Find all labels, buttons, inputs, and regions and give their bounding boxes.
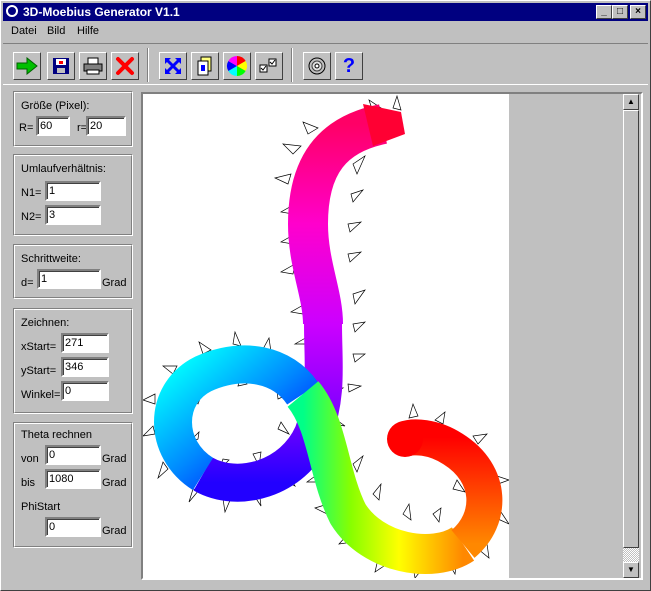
angle-label: Winkel=: [21, 389, 61, 401]
color-button[interactable]: [223, 52, 251, 80]
menu-bild[interactable]: Bild: [47, 25, 65, 37]
copy-icon: [197, 56, 212, 76]
d-label: d=: [21, 277, 34, 289]
moebius-curve: [143, 94, 511, 578]
step-label: Schrittweite:: [21, 253, 81, 265]
toolbar-separator: [291, 48, 293, 82]
start-button[interactable]: [13, 52, 41, 80]
theta-panel: Theta rechnen von 0 Grad bis 1080 Grad P…: [13, 422, 133, 548]
d-unit: Grad: [102, 277, 127, 289]
fullscreen-icon: [164, 57, 182, 75]
R-input[interactable]: 60: [36, 116, 70, 136]
minimize-button[interactable]: _: [596, 5, 612, 19]
help-icon: ?: [342, 54, 356, 77]
help-button[interactable]: ?: [335, 52, 363, 80]
options-button[interactable]: [255, 52, 283, 80]
menu-hilfe[interactable]: Hilfe: [77, 25, 99, 37]
delete-icon: [116, 57, 134, 75]
to-unit: Grad: [102, 477, 127, 489]
maximize-button[interactable]: □: [612, 5, 628, 19]
close-button[interactable]: ×: [630, 5, 646, 19]
menu-datei[interactable]: Datei: [11, 25, 37, 37]
phistart-label: PhiStart: [21, 501, 61, 513]
color-wheel-icon: [227, 56, 247, 76]
N2-input[interactable]: 3: [45, 205, 101, 225]
from-label: von: [21, 453, 39, 465]
theta-label: Theta rechnen: [21, 429, 92, 441]
xstart-input[interactable]: 271: [61, 333, 109, 353]
size-panel: Größe (Pixel): R= 60 r= 20: [13, 91, 133, 147]
scroll-up-button[interactable]: ▲: [623, 94, 639, 110]
from-input[interactable]: 0: [45, 445, 101, 465]
copy-button[interactable]: [191, 52, 219, 80]
r-input[interactable]: 20: [86, 116, 126, 136]
phistart-input[interactable]: 0: [45, 517, 101, 537]
xstart-label: xStart=: [21, 341, 57, 353]
vertical-scrollbar[interactable]: ▲ ▼: [623, 94, 639, 578]
toolbar-separator: [147, 48, 149, 82]
fullscreen-button[interactable]: [159, 52, 187, 80]
angle-input[interactable]: 0: [61, 381, 109, 401]
options-icon: [259, 58, 277, 73]
ystart-input[interactable]: 346: [61, 357, 109, 377]
step-panel: Schrittweite: d= 1 Grad: [13, 244, 133, 299]
size-label: Größe (Pixel):: [21, 100, 90, 112]
scroll-thumb[interactable]: [623, 110, 639, 548]
save-icon: [53, 58, 69, 74]
phistart-unit: Grad: [102, 525, 127, 537]
title-bar: 3D-Moebius Generator V1.1 _ □ ×: [3, 3, 648, 21]
draw-panel: Zeichnen: xStart= 271 yStart= 346 Winkel…: [13, 308, 133, 414]
drawing-canvas[interactable]: [143, 94, 511, 578]
ystart-label: yStart=: [21, 365, 57, 377]
from-unit: Grad: [102, 453, 127, 465]
window-title: 3D-Moebius Generator V1.1: [23, 5, 180, 19]
draw-label: Zeichnen:: [21, 317, 70, 329]
start-arrow-icon: [16, 57, 38, 75]
d-input[interactable]: 1: [37, 269, 101, 289]
toolbar: ?: [3, 43, 648, 85]
drawing-viewport: ▲ ▼: [141, 92, 643, 580]
delete-button[interactable]: [111, 52, 139, 80]
save-button[interactable]: [47, 52, 75, 80]
app-icon: [6, 5, 18, 17]
R-label: R=: [19, 122, 34, 134]
app-window: 3D-Moebius Generator V1.1 _ □ × Datei Bi…: [0, 0, 651, 591]
N2-label: N2=: [21, 211, 42, 223]
ratio-label: Umlaufverhältnis:: [21, 163, 106, 175]
menu-bar: Datei Bild Hilfe: [3, 22, 648, 40]
scroll-down-button[interactable]: ▼: [623, 562, 639, 578]
N1-input[interactable]: 1: [45, 181, 101, 201]
disc-button[interactable]: [303, 52, 331, 80]
to-input[interactable]: 1080: [45, 469, 101, 489]
to-label: bis: [21, 477, 36, 489]
N1-label: N1=: [21, 187, 42, 199]
disc-icon: [308, 57, 326, 75]
print-button[interactable]: [79, 52, 107, 80]
print-icon: [83, 57, 103, 75]
ratio-panel: Umlaufverhältnis: N1= 1 N2= 3: [13, 154, 133, 236]
